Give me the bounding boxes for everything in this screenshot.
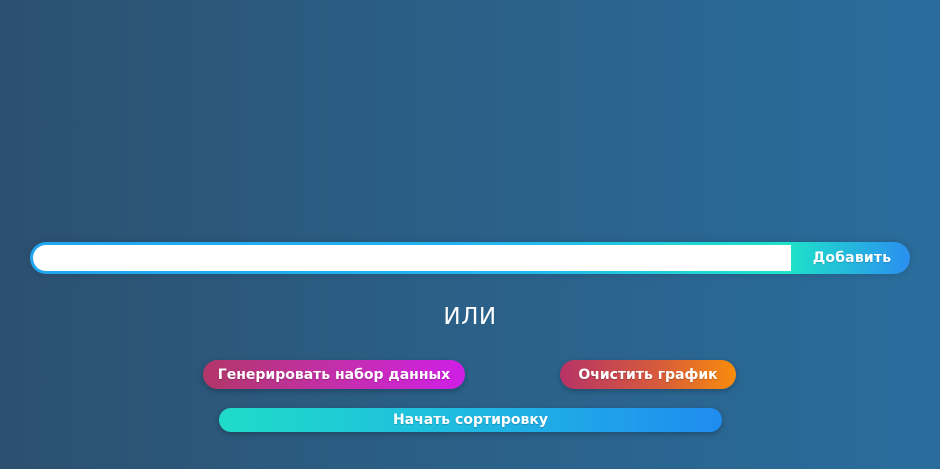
start-sort-button[interactable]: Начать сортировку (219, 408, 722, 432)
value-input[interactable] (33, 245, 791, 271)
clear-chart-button[interactable]: Очистить график (560, 360, 736, 389)
or-separator-label: ИЛИ (443, 304, 497, 330)
add-value-form: Добавить (30, 242, 910, 274)
add-button[interactable]: Добавить (794, 242, 910, 274)
generate-dataset-button[interactable]: Генерировать набор данных (203, 360, 465, 389)
